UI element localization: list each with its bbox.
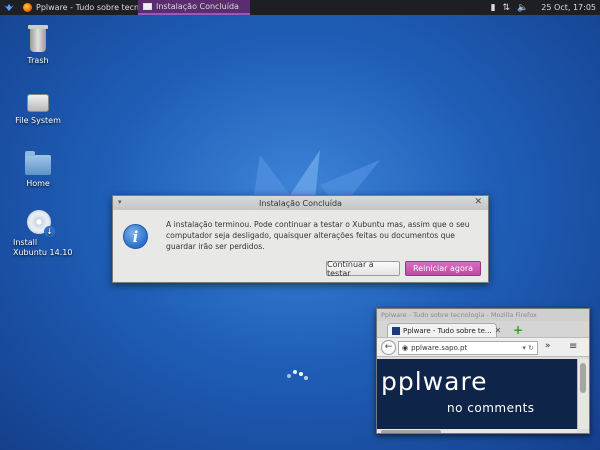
horizontal-scrollbar[interactable] xyxy=(377,429,577,433)
tab-pplware[interactable]: Pplware - Tudo sobre te... ✕ xyxy=(387,323,501,337)
tab-label: Pplware - Tudo sobre te... xyxy=(403,326,492,335)
url-bar[interactable]: ◉ pplware.sapo.pt ▾ ↻ xyxy=(398,341,538,355)
page-content: pplware no comments xyxy=(377,359,577,429)
install-complete-dialog: ▾ Instalação Concluída ✕ i A instalação … xyxy=(112,195,489,283)
tab-close-icon[interactable]: ✕ xyxy=(495,326,505,335)
continue-testing-button[interactable]: Continuar a testar xyxy=(326,260,400,278)
desktop-icon-label: File System xyxy=(15,116,61,125)
overflow-chevron-icon[interactable]: » xyxy=(545,341,551,351)
desktop-icon-home[interactable]: Home xyxy=(3,151,73,189)
vertical-scrollbar[interactable] xyxy=(577,359,589,429)
desktop-icon-label: Home xyxy=(26,179,50,188)
desktop-icon-install[interactable]: Install Xubuntu 14.10 xyxy=(3,210,73,258)
navigation-bar: ← ◉ pplware.sapo.pt ▾ ↻ » ≡ xyxy=(377,337,589,357)
taskbar-item-dialog[interactable]: Instalação Concluída xyxy=(138,0,250,15)
desktop-icon-trash[interactable]: Trash xyxy=(3,25,73,66)
dialog-titlebar[interactable]: ▾ Instalação Concluída ✕ xyxy=(113,196,488,210)
home-folder-icon xyxy=(25,151,51,175)
volume-icon[interactable]: 🔈 xyxy=(517,3,528,13)
back-button[interactable]: ← xyxy=(381,340,396,355)
taskbar-item-label: Instalação Concluída xyxy=(156,2,239,11)
drive-icon xyxy=(27,94,49,112)
clock[interactable]: 25 Oct, 17:05 xyxy=(541,3,596,12)
install-disc-icon xyxy=(27,210,55,237)
info-icon: i xyxy=(123,224,148,249)
trash-icon xyxy=(28,25,48,52)
network-icon[interactable]: ⇅ xyxy=(503,3,511,13)
dialog-message: A instalação terminou. Pode continuar a … xyxy=(166,220,470,251)
desktop-icon-label: Xubuntu 14.10 xyxy=(13,248,73,257)
taskbar-item-firefox[interactable]: Pplware - Tudo sobre tecn... xyxy=(18,0,147,15)
loading-spinner-icon xyxy=(287,370,311,380)
pplware-tagline: no comments xyxy=(447,401,535,415)
whisker-menu-icon[interactable] xyxy=(0,0,18,15)
firefox-window: Pplware - Tudo sobre tecnologia - Mozill… xyxy=(376,308,590,434)
pplware-logo: pplware xyxy=(381,367,488,396)
battery-icon[interactable]: ▮ xyxy=(491,3,496,13)
system-tray: ▮ ⇅ 🔈 25 Oct, 17:05 xyxy=(491,0,600,15)
scrollbar-thumb[interactable] xyxy=(580,363,586,393)
hamburger-menu-icon[interactable]: ≡ xyxy=(569,341,577,352)
desktop-icon-label: Trash xyxy=(27,56,49,65)
globe-icon: ◉ xyxy=(402,344,409,352)
firefox-titlebar[interactable]: Pplware - Tudo sobre tecnologia - Mozill… xyxy=(377,309,589,321)
desktop-icon-file-system[interactable]: File System xyxy=(3,94,73,126)
pplware-favicon-icon xyxy=(392,326,400,335)
firefox-icon xyxy=(23,3,32,12)
window-icon xyxy=(143,3,152,10)
taskbar-item-label: Pplware - Tudo sobre tecn... xyxy=(36,3,147,12)
top-panel: Pplware - Tudo sobre tecn... Instalação … xyxy=(0,0,600,15)
tab-strip: Pplware - Tudo sobre te... ✕ + xyxy=(377,321,589,337)
restart-now-button[interactable]: Reiniciar agora xyxy=(405,261,481,276)
scrollbar-thumb[interactable] xyxy=(381,430,441,433)
new-tab-icon[interactable]: + xyxy=(513,323,523,337)
desktop-icon-label: Install xyxy=(13,238,38,247)
reload-icon[interactable]: ▾ ↻ xyxy=(522,344,537,352)
window-menu-icon[interactable]: ▾ xyxy=(118,198,122,206)
dialog-title: Instalação Concluída xyxy=(259,198,342,208)
close-icon[interactable]: ✕ xyxy=(474,197,482,207)
url-text: pplware.sapo.pt xyxy=(411,344,468,352)
